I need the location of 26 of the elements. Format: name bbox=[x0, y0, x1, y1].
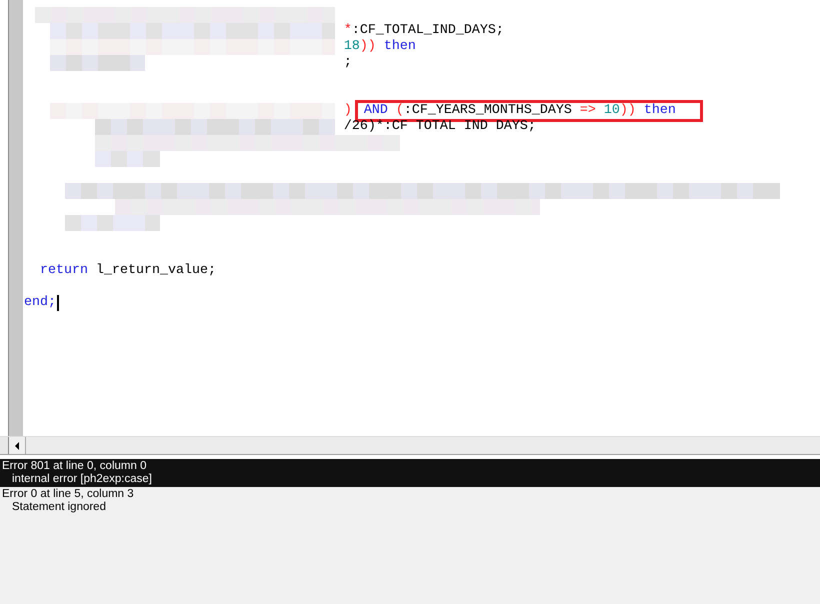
message-item[interactable]: Error 801 at line 0, column 0 internal error [ph2exp:case] bbox=[0, 459, 820, 487]
code-token: )) bbox=[360, 39, 376, 55]
code-token: ; bbox=[344, 55, 352, 71]
code-token: then bbox=[382, 39, 416, 55]
message-detail: internal error [ph2exp:case] bbox=[11, 473, 153, 486]
code-token: AND bbox=[364, 103, 388, 119]
code-token: )) bbox=[620, 103, 636, 119]
code-token: /26)*:CF TOTAL IND DAYS; bbox=[344, 119, 536, 135]
message-title: Error 0 at line 5, column 3 bbox=[2, 488, 135, 501]
message-item[interactable]: Error 0 at line 5, column 3 Statement ignored bbox=[0, 487, 820, 515]
left-arrow-icon bbox=[14, 442, 20, 450]
code-token: :CF_YEARS_MONTHS_DAYS bbox=[404, 103, 572, 119]
code-token: 18 bbox=[344, 39, 360, 55]
code-token: :CF_TOTAL_IND_DAYS; bbox=[352, 23, 504, 39]
code-token: 10 bbox=[602, 103, 620, 119]
code-token: l_return_value; bbox=[94, 263, 216, 279]
code-token: * bbox=[344, 23, 352, 39]
horizontal-scrollbar[interactable] bbox=[26, 437, 820, 454]
message-detail: Statement ignored bbox=[11, 501, 107, 514]
code-token: ( bbox=[394, 103, 404, 119]
message-title: Error 801 at line 0, column 0 bbox=[2, 460, 148, 473]
code-token: then bbox=[642, 103, 676, 119]
code-token: ) bbox=[344, 103, 352, 119]
code-token: => bbox=[578, 103, 596, 119]
code-token: end; bbox=[24, 295, 56, 311]
code-token: return bbox=[38, 263, 88, 279]
